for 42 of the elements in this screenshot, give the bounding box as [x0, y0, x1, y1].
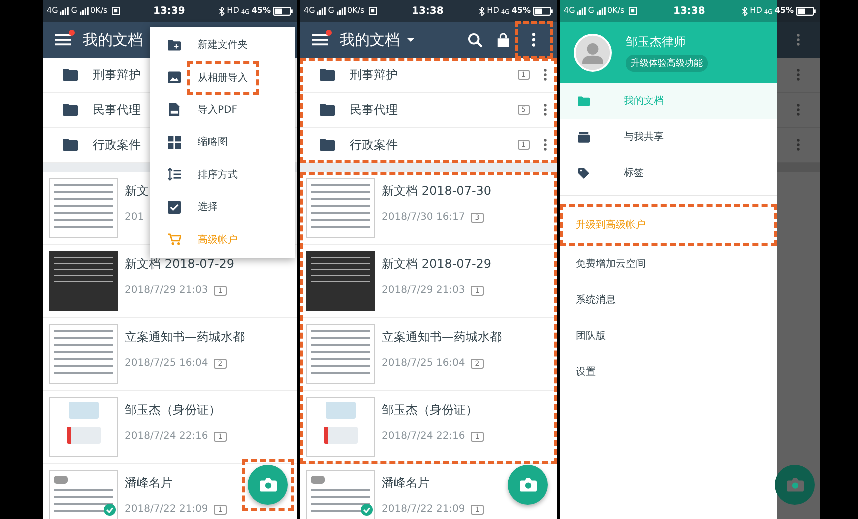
document-date: 2018/7/25 16:04: [382, 358, 466, 369]
user-name: 邹玉杰律师: [626, 34, 686, 50]
highlight-frame: 从相册导入: [187, 60, 259, 95]
document-date: 2018/7/29 21:03: [382, 285, 466, 296]
network-label: G: [588, 6, 594, 16]
speed-label: 0K/s: [348, 6, 365, 16]
document-date: 2018/7/30 16:17: [382, 212, 466, 223]
document-date: 201: [125, 212, 144, 223]
document-date: 2018/7/22 21:09: [125, 504, 208, 515]
document-title: 立案通知书—药城水都: [382, 329, 502, 346]
network-label: 4G: [304, 6, 316, 16]
hd-label: HD: [227, 6, 240, 16]
document-date: 2018/7/29 21:03: [125, 285, 208, 296]
battery-percent: 45%: [252, 6, 271, 16]
document-title: 立案通知书—药城水都: [125, 329, 245, 346]
clock-label: 13:38: [674, 6, 706, 16]
network-label: G: [328, 6, 334, 16]
document-title: 新文档 2018-07-30: [382, 183, 492, 200]
document-date: 2018/7/22 21:09: [382, 504, 466, 515]
document-title: 新文档 2018-07-29: [382, 256, 492, 273]
network-label: 4G: [47, 6, 58, 16]
document-title: 新文: [125, 183, 149, 200]
document-date: 2018/7/25 16:04: [125, 358, 208, 369]
document-title: 潘峰名片: [125, 475, 174, 492]
network-label: G: [71, 6, 78, 16]
document-date: 2018/7/24 22:16: [125, 431, 208, 442]
battery-percent: 45%: [512, 6, 531, 16]
hd-label: HD: [487, 6, 500, 16]
document-title: 潘峰名片: [382, 475, 431, 492]
document-title: 邹玉杰（身份证）: [125, 402, 222, 419]
hd-label: HD: [750, 6, 762, 16]
speed-label: 0K/s: [608, 6, 625, 16]
battery-percent: 45%: [774, 6, 794, 16]
network-label: 4G: [564, 6, 576, 16]
app-title: 我的文档: [83, 30, 143, 50]
document-date: 2018/7/24 22:16: [382, 431, 466, 442]
app-title: 我的文档: [340, 30, 400, 50]
document-title: 新文档 2018-07-29: [125, 256, 235, 273]
document-title: 邹玉杰（身份证）: [382, 402, 479, 419]
speed-label: 0K/s: [90, 6, 108, 16]
clock-label: 13:39: [154, 6, 186, 16]
clock-label: 13:38: [412, 6, 444, 16]
